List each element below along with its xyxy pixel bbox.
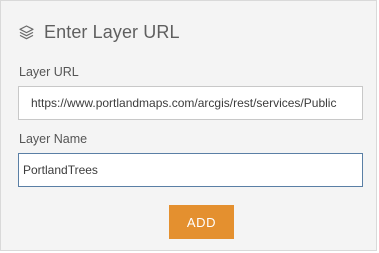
panel-header: Enter Layer URL [18, 19, 180, 45]
enter-layer-url-panel: Enter Layer URL Layer URL Layer Name ADD [0, 0, 377, 251]
layer-url-input[interactable] [18, 86, 363, 120]
add-button[interactable]: ADD [169, 205, 234, 239]
layer-name-input[interactable] [18, 153, 363, 187]
layer-name-label: Layer Name [19, 132, 88, 146]
layer-url-label: Layer URL [19, 65, 79, 79]
panel-title: Enter Layer URL [44, 21, 180, 42]
layers-icon [18, 24, 35, 41]
